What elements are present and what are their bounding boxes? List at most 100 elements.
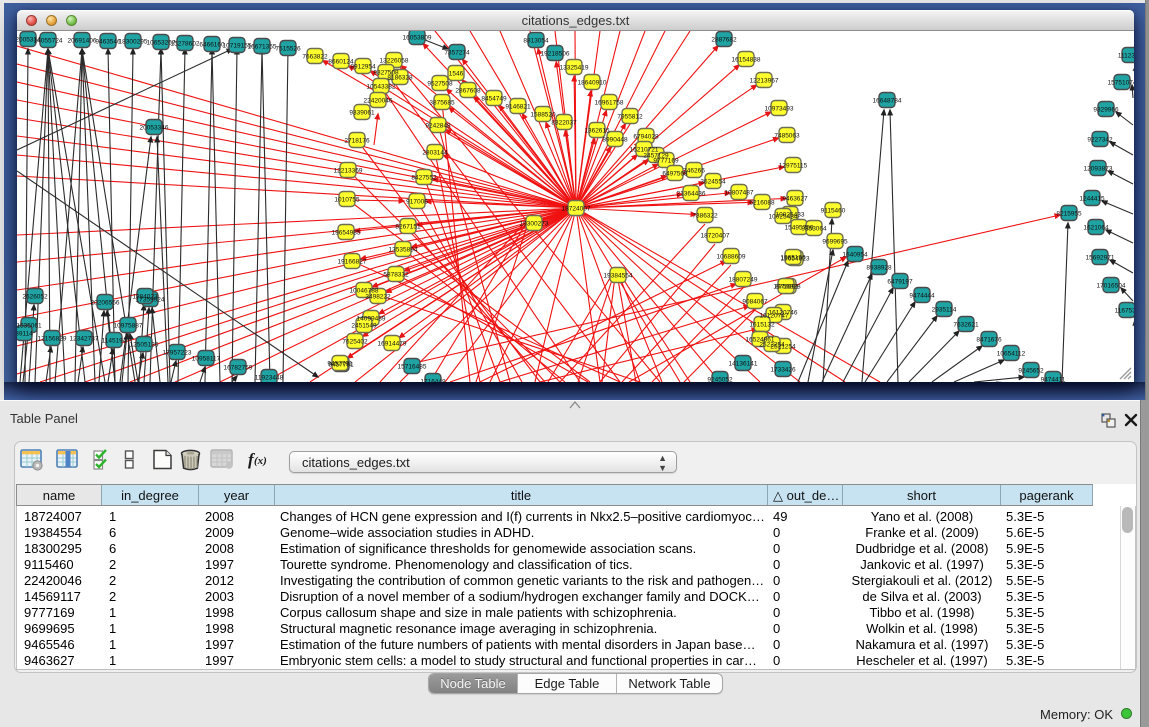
svg-text:18724007: 18724007 bbox=[562, 206, 591, 213]
svg-text:16782759: 16782759 bbox=[224, 365, 253, 372]
svg-text:16961758: 16961758 bbox=[595, 100, 624, 107]
svg-text:2935114: 2935114 bbox=[932, 307, 957, 314]
svg-text:10973493: 10973493 bbox=[765, 106, 794, 113]
svg-text:1621064: 1621064 bbox=[1083, 225, 1109, 232]
svg-text:15278602: 15278602 bbox=[171, 41, 200, 48]
svg-text:1588520: 1588520 bbox=[530, 112, 556, 119]
svg-text:12093873: 12093873 bbox=[1084, 166, 1113, 173]
svg-text:7663822: 7663822 bbox=[302, 54, 328, 61]
svg-text:8454749: 8454749 bbox=[481, 96, 507, 103]
svg-text:10958117: 10958117 bbox=[192, 356, 221, 363]
svg-text:18720407: 18720407 bbox=[701, 233, 730, 240]
svg-text:746266: 746266 bbox=[683, 168, 705, 175]
svg-text:12505135: 12505135 bbox=[130, 342, 159, 349]
svg-text:14055724: 14055724 bbox=[34, 38, 63, 45]
svg-text:9329966: 9329966 bbox=[1093, 107, 1119, 114]
svg-text:10025434: 10025434 bbox=[769, 214, 798, 221]
svg-text:8267151: 8267151 bbox=[395, 224, 421, 231]
svg-text:10543382: 10543382 bbox=[367, 84, 396, 91]
svg-text:14099489: 14099489 bbox=[357, 316, 386, 323]
svg-text:20206556: 20206556 bbox=[91, 300, 120, 307]
svg-text:3875685: 3875685 bbox=[429, 100, 455, 107]
svg-text:6216088: 6216088 bbox=[749, 200, 775, 207]
svg-text:9242848: 9242848 bbox=[425, 123, 451, 130]
svg-text:3624554: 3624554 bbox=[700, 179, 726, 186]
svg-text:10975887: 10975887 bbox=[114, 323, 143, 330]
svg-text:917006: 917006 bbox=[406, 199, 428, 206]
svg-text:9474411: 9474411 bbox=[1041, 377, 1066, 383]
svg-text:(x): (x) bbox=[254, 455, 267, 467]
svg-text:7515526: 7515526 bbox=[275, 46, 301, 53]
svg-text:19218506: 19218506 bbox=[541, 51, 570, 58]
svg-text:19300273: 19300273 bbox=[520, 221, 549, 228]
svg-text:9245052: 9245052 bbox=[707, 377, 733, 383]
svg-text:1975692: 1975692 bbox=[773, 284, 799, 291]
svg-text:17016504: 17016504 bbox=[1097, 283, 1126, 290]
svg-text:1010755: 1010755 bbox=[334, 197, 360, 204]
svg-text:7386322: 7386322 bbox=[692, 213, 718, 220]
svg-text:8322037: 8322037 bbox=[551, 120, 577, 127]
svg-text:13535894: 13535894 bbox=[389, 247, 418, 254]
svg-text:1984023: 1984023 bbox=[132, 294, 158, 301]
svg-text:20053346: 20053346 bbox=[140, 125, 169, 132]
svg-text:19384554: 19384554 bbox=[604, 273, 633, 280]
svg-text:8186328: 8186328 bbox=[387, 75, 413, 82]
svg-text:1965196: 1965196 bbox=[780, 255, 806, 262]
svg-text:18807249: 18807249 bbox=[729, 277, 758, 284]
svg-text:9227342: 9227342 bbox=[1087, 137, 1113, 144]
svg-text:13226058: 13226058 bbox=[380, 58, 409, 65]
svg-text:18640910: 18640910 bbox=[578, 80, 607, 87]
svg-text:9339061: 9339061 bbox=[349, 110, 375, 117]
svg-text:1535061: 1535061 bbox=[17, 323, 42, 330]
svg-text:12213967: 12213967 bbox=[750, 78, 779, 85]
svg-text:5878332: 5878332 bbox=[383, 272, 409, 279]
svg-text:13325419: 13325419 bbox=[560, 65, 589, 72]
svg-text:9463627: 9463627 bbox=[782, 196, 808, 203]
svg-text:9463546: 9463546 bbox=[95, 39, 121, 46]
svg-text:16914479: 16914479 bbox=[378, 341, 407, 348]
svg-text:7357274: 7357274 bbox=[444, 50, 470, 57]
svg-text:10688609: 10688609 bbox=[717, 254, 746, 261]
svg-text:2451549: 2451549 bbox=[351, 323, 377, 330]
svg-text:2887682: 2887682 bbox=[711, 37, 737, 44]
svg-text:2803144: 2803144 bbox=[422, 150, 448, 157]
svg-text:8938928: 8938928 bbox=[866, 265, 892, 272]
svg-text:22420046: 22420046 bbox=[364, 98, 393, 105]
svg-text:12156829: 12156829 bbox=[38, 336, 67, 343]
svg-text:2718176: 2718176 bbox=[344, 138, 370, 145]
svg-text:16120747: 16120747 bbox=[760, 313, 789, 320]
svg-text:7632621: 7632621 bbox=[953, 322, 979, 329]
svg-text:18300295: 18300295 bbox=[119, 39, 148, 46]
svg-text:1733426: 1733426 bbox=[770, 367, 796, 374]
svg-text:6479197: 6479197 bbox=[887, 279, 913, 286]
svg-text:1145194: 1145194 bbox=[102, 338, 127, 345]
svg-text:9084067: 9084067 bbox=[742, 299, 768, 306]
svg-text:17957223: 17957223 bbox=[163, 350, 192, 357]
svg-text:16154838: 16154838 bbox=[732, 57, 761, 64]
svg-text:16053809: 16053809 bbox=[403, 35, 432, 42]
svg-text:12213369: 12213369 bbox=[334, 168, 363, 175]
svg-text:1640954: 1640954 bbox=[842, 252, 868, 259]
svg-text:15716485: 15716485 bbox=[398, 364, 427, 371]
svg-text:8471676: 8471676 bbox=[976, 337, 1002, 344]
svg-text:15751074: 15751074 bbox=[1108, 80, 1134, 87]
svg-text:9115460: 9115460 bbox=[821, 208, 846, 215]
svg-text:16648784: 16648784 bbox=[873, 98, 902, 105]
svg-text:39114: 39114 bbox=[17, 331, 33, 338]
svg-text:15692971: 15692971 bbox=[1086, 255, 1115, 262]
svg-text:2626052: 2626052 bbox=[22, 294, 48, 301]
svg-text:1244415: 1244415 bbox=[1079, 196, 1105, 203]
svg-text:1362615: 1362615 bbox=[584, 128, 610, 135]
svg-text:9699695: 9699695 bbox=[822, 239, 848, 246]
svg-text:1716448: 1716448 bbox=[420, 379, 446, 383]
svg-text:2522254: 2522254 bbox=[759, 342, 785, 349]
svg-text:14136141: 14136141 bbox=[729, 361, 758, 368]
svg-text:19654985: 19654985 bbox=[332, 230, 361, 237]
svg-text:1546: 1546 bbox=[449, 71, 464, 78]
svg-text:8427552: 8427552 bbox=[411, 175, 437, 182]
svg-text:9777169: 9777169 bbox=[653, 158, 679, 165]
svg-text:11923448: 11923448 bbox=[255, 375, 284, 382]
svg-text:8813054: 8813054 bbox=[523, 38, 549, 45]
svg-text:9146821: 9146821 bbox=[505, 104, 531, 111]
svg-text:16671355: 16671355 bbox=[248, 44, 277, 51]
